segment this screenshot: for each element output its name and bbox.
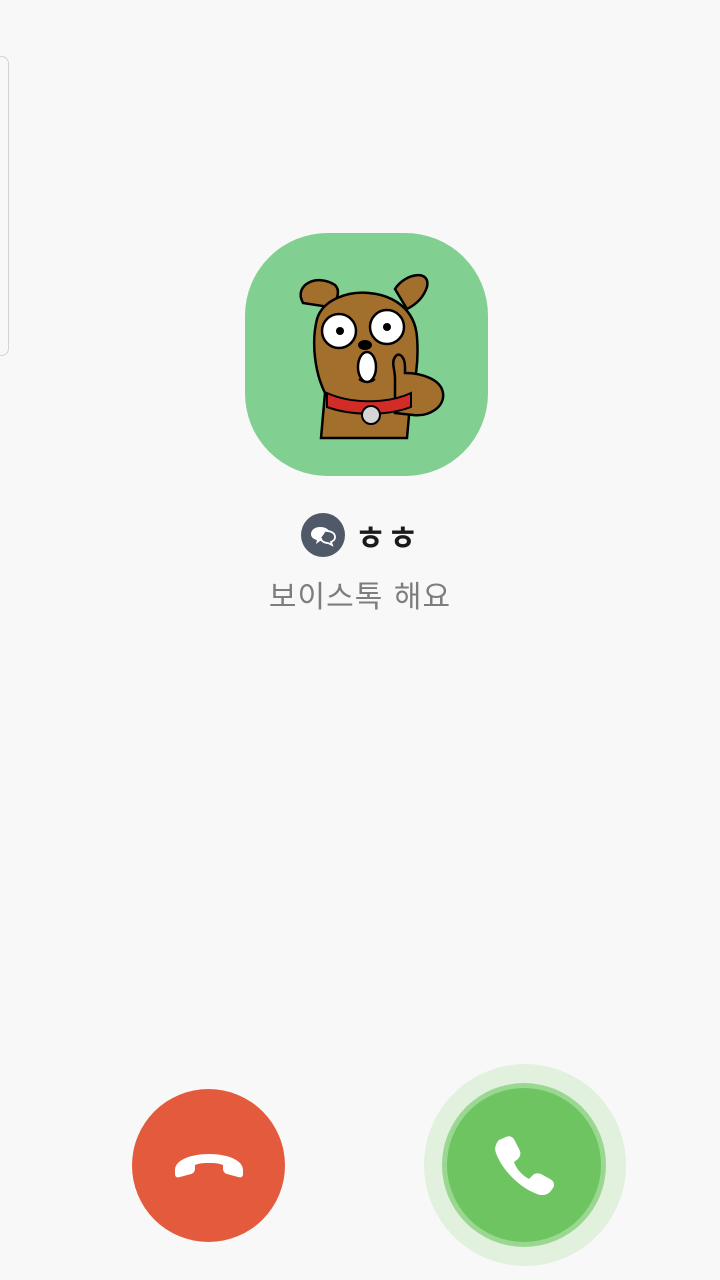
edge-panel-handle[interactable] — [0, 56, 9, 356]
dog-character-image — [299, 274, 445, 440]
caller-name-row: ㅎㅎ — [0, 512, 720, 559]
incoming-call-screen: ㅎㅎ 보이스톡 해요 — [0, 0, 720, 1280]
phone-handset-icon — [495, 1136, 554, 1196]
caller-name: ㅎㅎ — [354, 518, 420, 559]
phone-hangup-icon — [174, 1153, 243, 1177]
decline-call-button[interactable] — [132, 1089, 285, 1242]
accept-call-button[interactable] — [447, 1088, 601, 1242]
call-status-text: 보이스톡 해요 — [268, 580, 452, 615]
kakaotalk-chat-bubble-icon — [300, 513, 345, 557]
caller-avatar — [245, 233, 488, 476]
